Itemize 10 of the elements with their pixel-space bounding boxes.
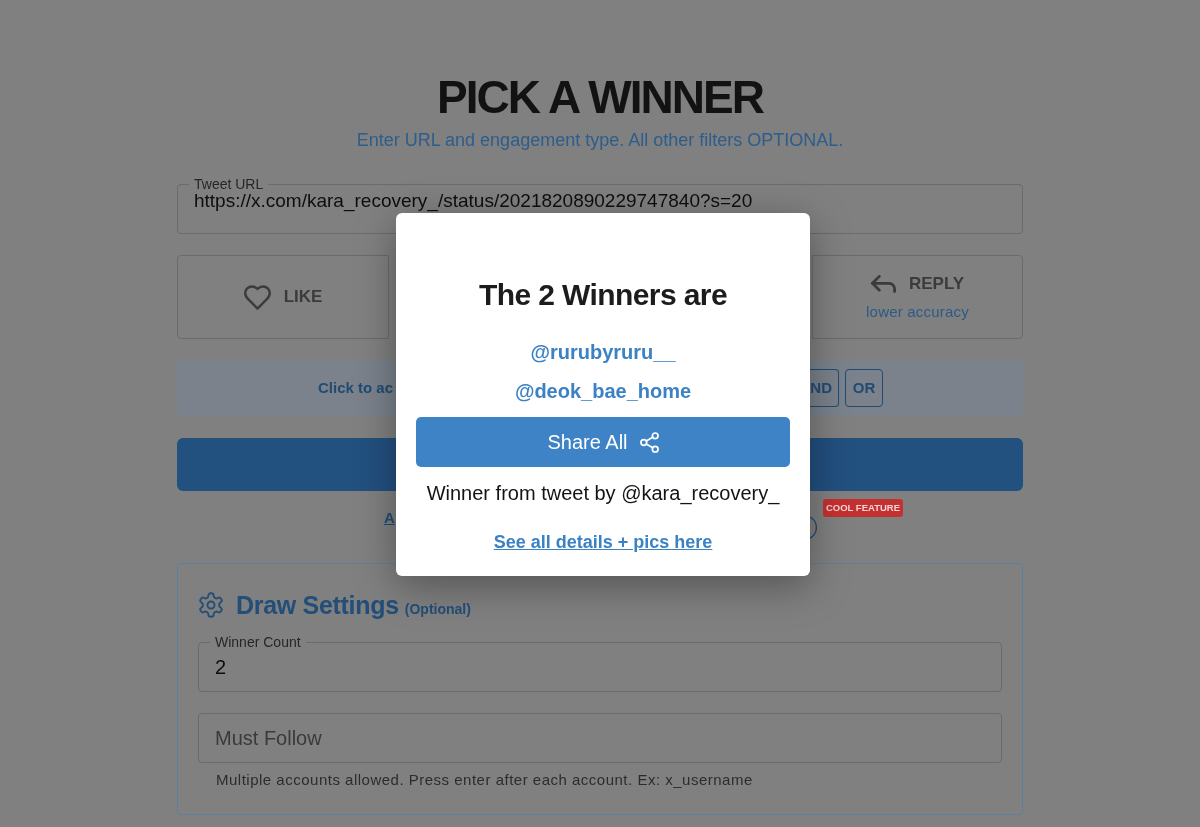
optional-note: (Optional) bbox=[404, 600, 471, 619]
accuracy-note: lower accuracy bbox=[866, 301, 969, 322]
dialog-title: The 2 Winners are bbox=[479, 277, 727, 313]
page-title: PICK A WINNER bbox=[437, 70, 763, 125]
subtitle: Enter URL and engagement type. All other filters OPTIONAL. bbox=[356, 129, 844, 152]
source-text: Winner from tweet by @kara_recovery_ bbox=[426, 481, 780, 507]
combine-hint: Click to ac bbox=[318, 377, 394, 398]
feature-badge: COOL FEATURE bbox=[823, 499, 903, 517]
section-title: Draw Settings bbox=[236, 590, 399, 621]
help-text: Multiple accounts allowed. Press enter after each account. Ex: x_username bbox=[216, 770, 753, 790]
